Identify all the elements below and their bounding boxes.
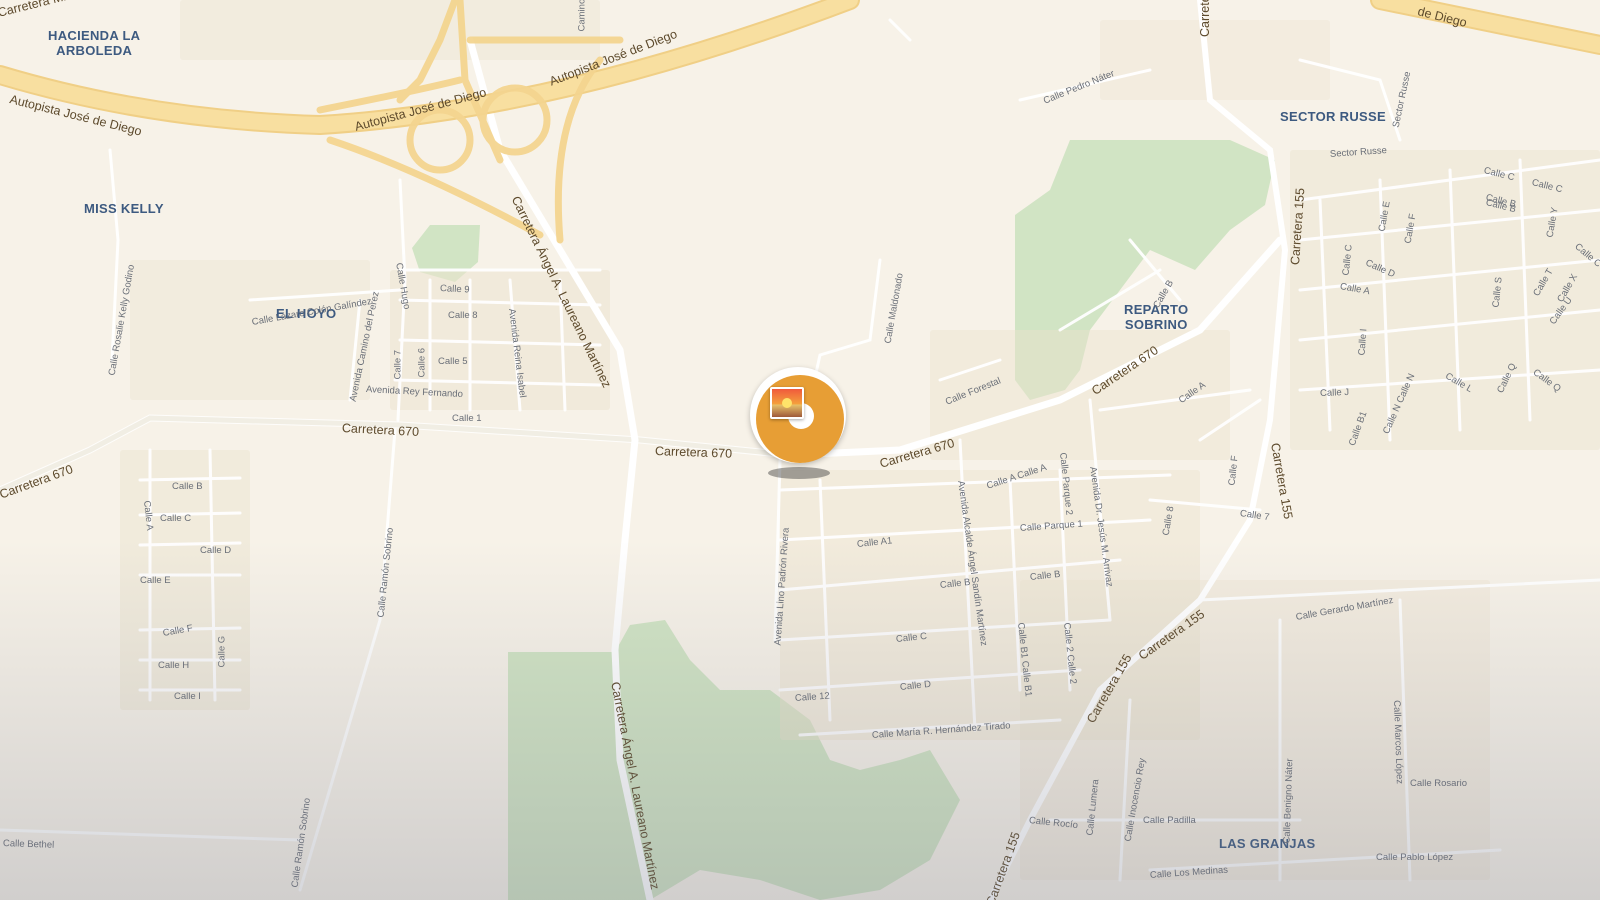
street-label-calle-7: Calle 7 <box>392 349 404 380</box>
sunset-photo-icon[interactable] <box>770 387 804 419</box>
map-view[interactable]: HACIENDA LA ARBOLEDA MISS KELLY EL HOYO … <box>0 0 1600 900</box>
road-label-carretera-670-center: Carretera 670 <box>654 444 733 461</box>
street-label-calle-j: Calle J <box>1319 386 1350 399</box>
street-label-padilla: Calle Padilla <box>1143 815 1196 826</box>
photo-thumbnail <box>772 389 802 417</box>
street-label-calle-6: Calle 6 <box>416 347 428 378</box>
street-label-calle-9: Calle 9 <box>439 283 470 296</box>
street-label-calle-1: Calle 1 <box>452 413 482 424</box>
street-label-camino: Camino <box>576 0 588 32</box>
street-label-calle-d-west: Calle D <box>200 545 232 556</box>
street-label-calle-i-east: Calle I <box>1356 328 1370 356</box>
area-label-hacienda-la-arboleda: HACIENDA LA ARBOLEDA <box>48 28 141 58</box>
sun-icon <box>782 398 792 408</box>
area-label-miss-kelly: MISS KELLY <box>84 201 164 216</box>
street-label-rosario: Calle Rosario <box>1410 778 1468 789</box>
street-label-bethel: Calle Bethel <box>2 838 55 851</box>
street-label-calle-b-west: Calle B <box>172 481 203 492</box>
photo-location-marker[interactable] <box>750 367 850 485</box>
street-label-calle-i-west: Calle I <box>174 691 201 702</box>
street-label-pablo-lopez: Calle Pablo López <box>1376 852 1454 863</box>
marker-shadow <box>768 467 830 479</box>
street-label-calle-g-west: Calle G <box>216 635 228 668</box>
street-label-calle-h-west: Calle H <box>158 660 190 671</box>
street-label-calle-c-west: Calle C <box>160 513 192 524</box>
street-label-calle-5: Calle 5 <box>438 356 468 367</box>
area-label-sector-russe: SECTOR RUSSE <box>1280 109 1386 124</box>
street-label-calle-e-west: Calle E <box>140 575 171 586</box>
road-label-carretera-top: Carretera <box>1198 0 1212 37</box>
area-label-las-granjas: LAS GRANJAS <box>1219 836 1316 851</box>
street-label-calle-8: Calle 8 <box>448 310 478 321</box>
